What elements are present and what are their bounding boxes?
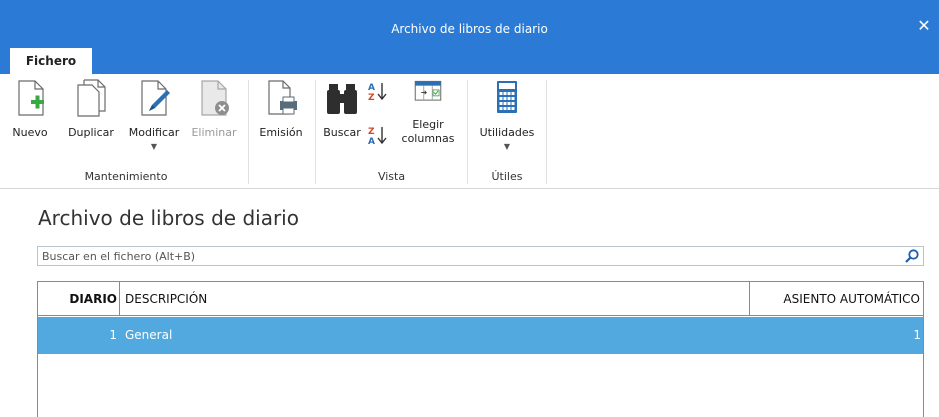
utilidades-button[interactable]: Utilidades ▼	[472, 78, 542, 152]
buscar-label: Buscar	[323, 126, 361, 139]
search-input[interactable]	[38, 247, 898, 265]
svg-text:Z: Z	[368, 93, 375, 102]
eliminar-button[interactable]: Eliminar	[188, 78, 240, 140]
ribbon: Nuevo Duplicar Modificar ▼ Eliminar Emis…	[0, 74, 939, 189]
group-label-utiles: Útiles	[491, 170, 523, 183]
elegir-label: Elegir	[412, 118, 444, 131]
group-separator	[546, 80, 547, 184]
columnas-label: columnas	[401, 132, 455, 145]
nuevo-label: Nuevo	[12, 126, 48, 139]
column-divider[interactable]	[119, 282, 120, 316]
binoculars-icon	[327, 84, 357, 114]
window-titlebar: Archivo de libros de diario ✕	[0, 0, 939, 48]
emision-button[interactable]: Emisión	[254, 78, 308, 140]
table-row[interactable]: 1 General 1	[38, 317, 923, 354]
sort-ascending-button[interactable]: A Z	[366, 80, 390, 103]
column-header-asiento-automatico[interactable]: ASIENTO AUTOMÁTICO	[750, 282, 920, 316]
svg-text:A: A	[368, 137, 375, 146]
cell-diario: 1	[109, 328, 117, 342]
chevron-down-icon: ▼	[503, 142, 511, 151]
modificar-button[interactable]: Modificar ▼	[124, 78, 184, 152]
duplicar-button[interactable]: Duplicar	[64, 78, 118, 140]
column-header-descripcion[interactable]: DESCRIPCIÓN	[125, 282, 625, 316]
sort-descending-button[interactable]: Z A	[366, 124, 390, 147]
duplicar-label: Duplicar	[68, 126, 114, 139]
table-header: DIARIO DESCRIPCIÓN ASIENTO AUTOMÁTICO	[38, 282, 923, 316]
nuevo-button[interactable]: Nuevo	[4, 78, 56, 140]
group-separator	[248, 80, 249, 184]
column-header-diario[interactable]: DIARIO	[38, 282, 117, 316]
edit-document-icon	[141, 80, 170, 116]
cell-descripcion: General	[125, 328, 173, 342]
tab-fichero[interactable]: Fichero	[10, 48, 92, 74]
window-title: Archivo de libros de diario	[391, 22, 548, 36]
duplicate-icon	[77, 79, 106, 117]
modificar-label: Modificar	[128, 126, 180, 139]
search-icon[interactable]	[904, 248, 920, 264]
group-separator	[315, 80, 316, 184]
chevron-down-icon: ▼	[150, 142, 158, 151]
group-separator	[467, 80, 468, 184]
buscar-button[interactable]: Buscar	[320, 78, 364, 140]
elegir-columnas-button[interactable]: Elegir columnas	[396, 78, 460, 146]
eliminar-label: Eliminar	[191, 126, 237, 139]
ribbon-tabs: Fichero	[0, 48, 939, 74]
sort-descending-icon: Z A	[368, 127, 387, 147]
search-box	[37, 246, 924, 266]
choose-columns-icon	[414, 80, 442, 101]
svg-text:Z: Z	[368, 127, 375, 137]
print-icon	[268, 80, 297, 115]
sort-ascending-icon: A Z	[368, 83, 387, 103]
page-title: Archivo de libros de diario	[38, 206, 299, 230]
calculator-icon	[497, 81, 517, 113]
cell-asiento-automatico: 1	[913, 328, 921, 342]
journals-table: DIARIO DESCRIPCIÓN ASIENTO AUTOMÁTICO 1 …	[37, 281, 924, 417]
utilidades-label: Utilidades	[479, 126, 535, 139]
delete-document-icon	[201, 80, 229, 116]
emision-label: Emisión	[259, 126, 303, 139]
close-icon[interactable]: ✕	[915, 17, 933, 35]
new-document-icon	[18, 80, 44, 116]
svg-text:A: A	[368, 83, 375, 93]
group-label-mantenimiento: Mantenimiento	[84, 170, 168, 183]
group-label-vista: Vista	[377, 170, 406, 183]
